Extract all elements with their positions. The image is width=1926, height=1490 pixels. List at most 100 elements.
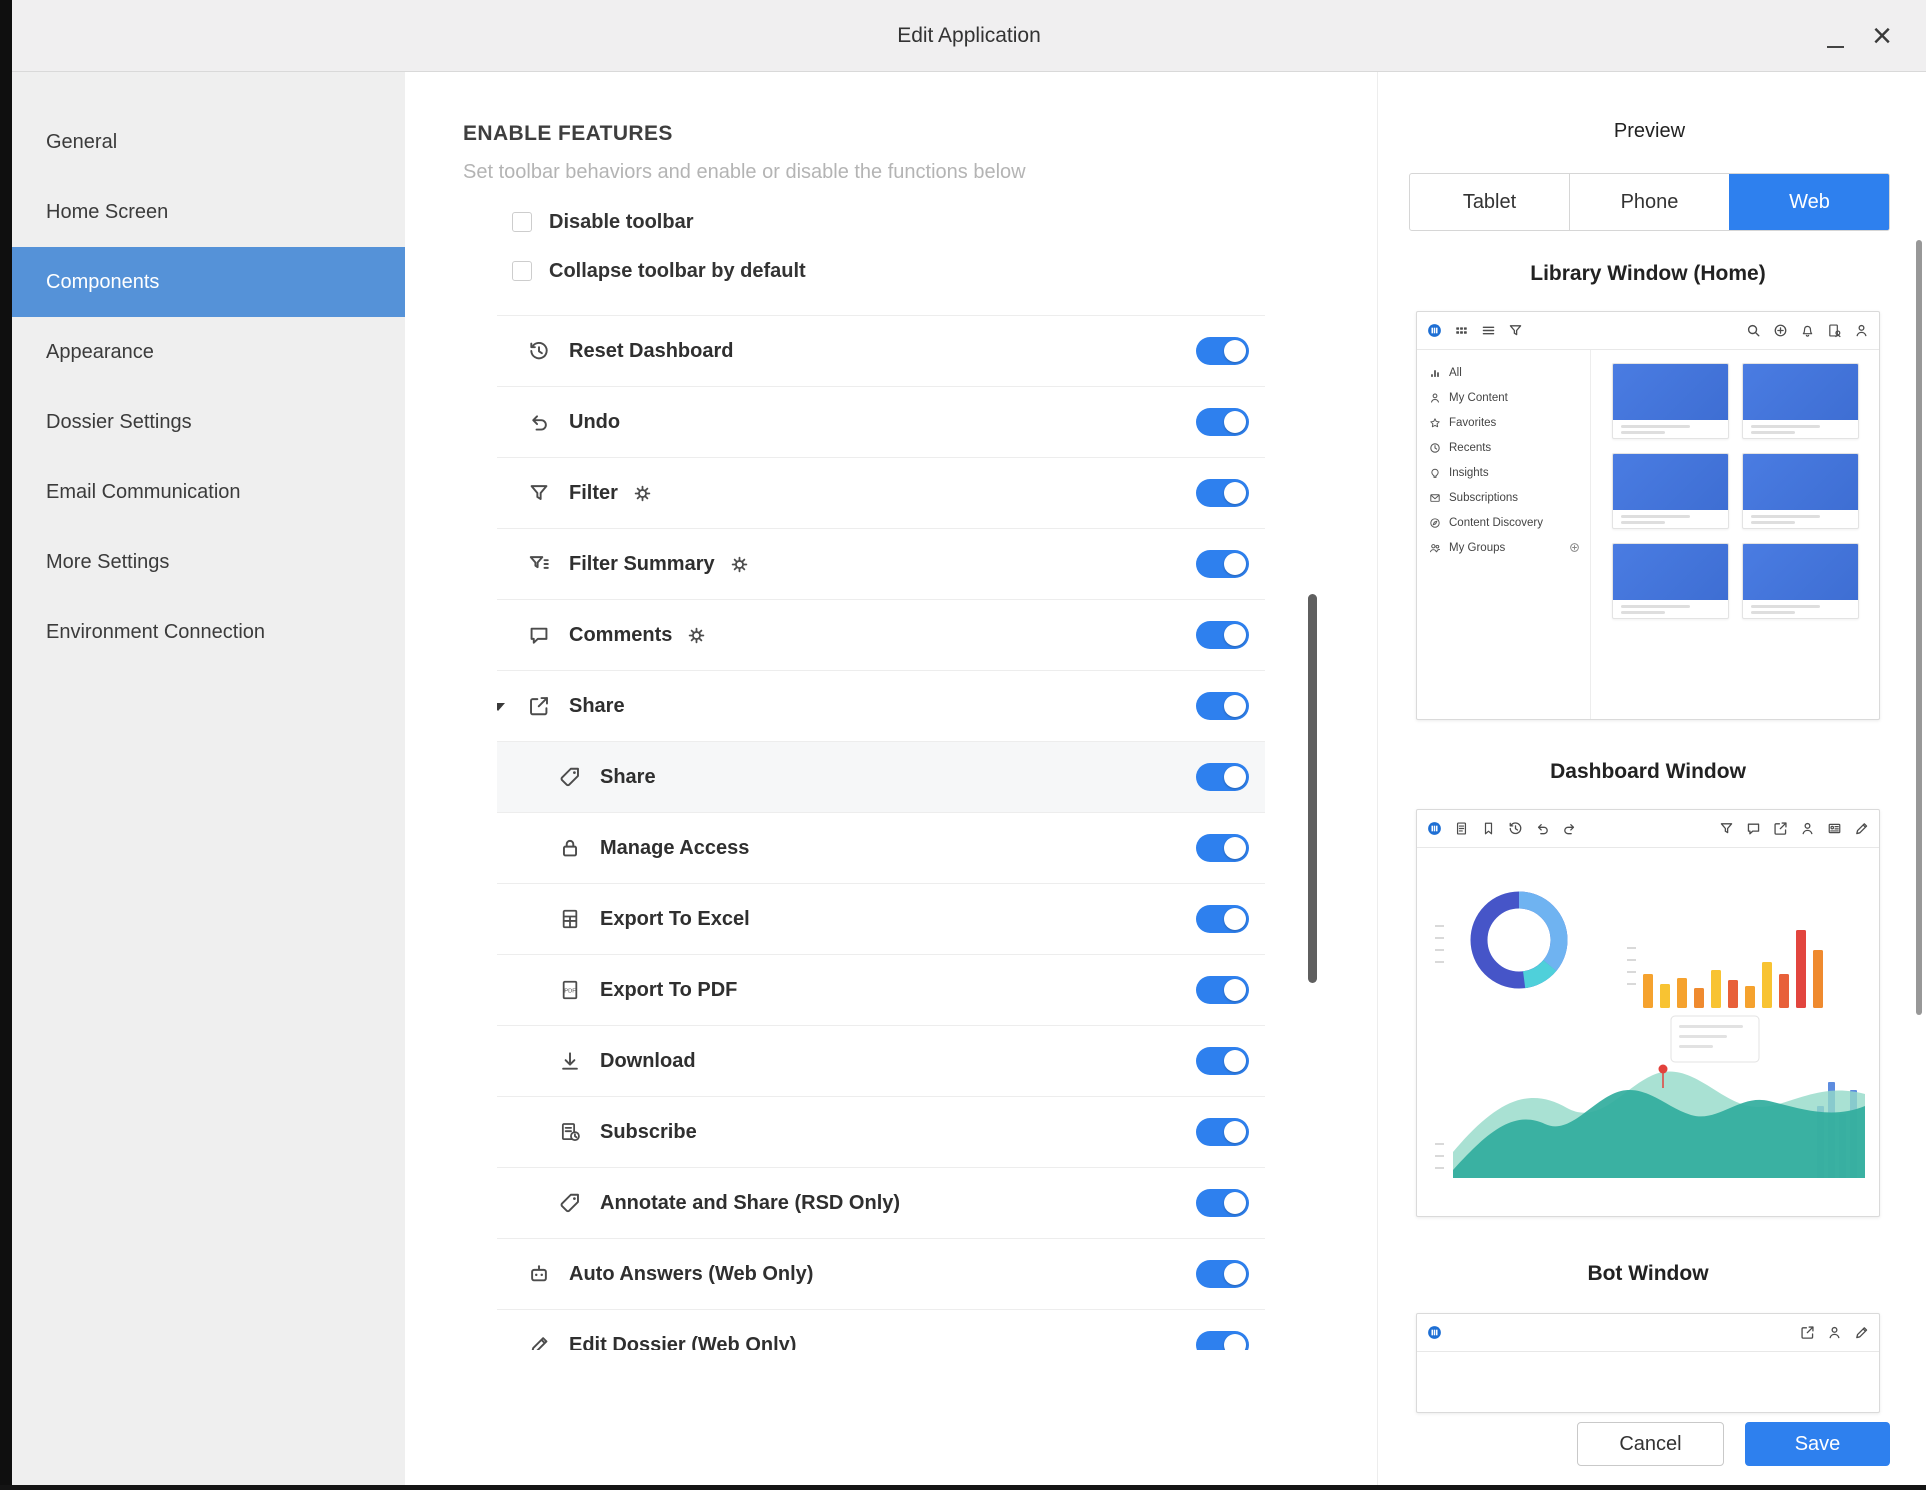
feature-toggle[interactable] <box>1196 1189 1249 1217</box>
clock-icon <box>1429 442 1441 454</box>
sidebar-item-general[interactable]: General <box>12 107 405 177</box>
feature-toggle[interactable] <box>1196 1260 1249 1288</box>
sidebar-item-home-screen[interactable]: Home Screen <box>12 177 405 247</box>
doc-icon <box>1454 821 1469 836</box>
library-nav-my-content: My Content <box>1417 385 1590 410</box>
preview-panel: Preview TabletPhoneWeb Library Window (H… <box>1377 72 1926 1485</box>
doc-person-icon <box>1827 323 1842 338</box>
window-scrollbar[interactable] <box>1916 240 1922 1015</box>
feature-row-subscribe: Subscribe <box>497 1097 1265 1168</box>
filter-icon <box>1508 323 1523 338</box>
feature-toggle[interactable] <box>1196 763 1249 791</box>
dashboard-window-heading: Dashboard Window <box>1416 760 1880 784</box>
library-nav-all: All <box>1417 360 1590 385</box>
library-nav-label: Favorites <box>1449 417 1496 429</box>
plus-circle-icon <box>1569 542 1580 553</box>
feature-toggle[interactable] <box>1196 834 1249 862</box>
feature-label: Export To Excel <box>600 908 750 931</box>
excel-icon <box>559 908 581 930</box>
library-window-heading: Library Window (Home) <box>1416 262 1880 286</box>
feature-toggle[interactable] <box>1196 1118 1249 1146</box>
minimize-icon[interactable] <box>1827 46 1844 48</box>
library-nav-label: Insights <box>1449 467 1489 479</box>
toolbar-icon-group <box>1427 821 1577 836</box>
feature-row-export-to-excel: Export To Excel <box>497 884 1265 955</box>
sidebar-item-dossier-settings[interactable]: Dossier Settings <box>12 387 405 457</box>
comment-icon <box>1746 821 1761 836</box>
checkbox-disable-toolbar[interactable] <box>512 212 532 232</box>
library-nav-my-groups: My Groups <box>1417 535 1590 560</box>
toolbar-icon-group <box>1427 1325 1442 1340</box>
chevron-down-icon[interactable] <box>497 703 505 711</box>
bulb-icon <box>1429 467 1441 479</box>
feature-row-manage-access: Manage Access <box>497 813 1265 884</box>
feature-toggle[interactable] <box>1196 479 1249 507</box>
feature-row-undo: Undo <box>497 387 1265 458</box>
titlebar: Edit Application × <box>12 0 1926 72</box>
toolbar-icon-group <box>1719 821 1869 836</box>
bot-preview-toolbar <box>1417 1314 1879 1352</box>
gear-icon[interactable] <box>687 626 706 645</box>
feature-list-scrollbar[interactable] <box>1308 594 1317 983</box>
feature-row-filter: Filter <box>497 458 1265 529</box>
history-icon <box>1508 821 1523 836</box>
feature-toggle[interactable] <box>1196 550 1249 578</box>
feature-row-download: Download <box>497 1026 1265 1097</box>
feature-toggle[interactable] <box>1196 905 1249 933</box>
logo-icon <box>1427 821 1442 836</box>
library-nav-label: My Content <box>1449 392 1508 404</box>
sidebar-item-environment-connection[interactable]: Environment Connection <box>12 597 405 667</box>
download-icon <box>559 1050 581 1072</box>
edit-icon <box>1854 821 1869 836</box>
checkbox-collapse-toolbar-by-default[interactable] <box>512 261 532 281</box>
tab-tablet[interactable]: Tablet <box>1410 174 1570 230</box>
robot-icon <box>528 1263 550 1285</box>
logo-icon <box>1427 323 1442 338</box>
feature-label: Filter <box>569 482 618 505</box>
feature-label: Export To PDF <box>600 979 737 1002</box>
gear-icon[interactable] <box>730 555 749 574</box>
mail-icon <box>1429 492 1441 504</box>
gear-icon[interactable] <box>633 484 652 503</box>
edit-icon <box>528 1334 550 1350</box>
feature-toggle[interactable] <box>1196 337 1249 365</box>
preview-device-tabs: TabletPhoneWeb <box>1409 173 1890 231</box>
feature-label: Annotate and Share (RSD Only) <box>600 1192 900 1215</box>
feature-toggle[interactable] <box>1196 408 1249 436</box>
library-nav-recents: Recents <box>1417 435 1590 460</box>
feature-toggle[interactable] <box>1196 1331 1249 1350</box>
save-button[interactable]: Save <box>1745 1422 1890 1466</box>
subscribe-icon <box>559 1121 581 1143</box>
lock-icon <box>559 837 581 859</box>
filter-icon <box>528 482 550 504</box>
library-preview-sidebar: AllMy ContentFavoritesRecentsInsightsSub… <box>1417 350 1591 719</box>
feature-label: Subscribe <box>600 1121 697 1144</box>
feature-row-share: Share <box>497 671 1265 742</box>
enable-features-heading: ENABLE FEATURES <box>463 122 673 146</box>
feature-toggle[interactable] <box>1196 976 1249 1004</box>
person-icon <box>1429 392 1441 404</box>
feature-row-reset-dashboard: Reset Dashboard <box>497 316 1265 387</box>
feature-toggle[interactable] <box>1196 692 1249 720</box>
sidebar-item-email-communication[interactable]: Email Communication <box>12 457 405 527</box>
sidebar-item-appearance[interactable]: Appearance <box>12 317 405 387</box>
window-bottom-edge <box>0 1485 1926 1490</box>
library-nav-label: Recents <box>1449 442 1491 454</box>
feature-toggle[interactable] <box>1196 621 1249 649</box>
close-icon[interactable]: × <box>1862 0 1902 72</box>
sidebar-item-components[interactable]: Components <box>12 247 405 317</box>
sidebar-item-more-settings[interactable]: More Settings <box>12 527 405 597</box>
tab-phone[interactable]: Phone <box>1570 174 1730 230</box>
checkbox-label: Collapse toolbar by default <box>549 260 806 283</box>
dashboard-preview-toolbar <box>1417 810 1879 848</box>
checkbox-row-collapse-toolbar: Collapse toolbar by default <box>512 257 806 285</box>
filter-icon <box>1719 821 1734 836</box>
feature-toggle[interactable] <box>1196 1047 1249 1075</box>
comment-icon <box>528 624 550 646</box>
tab-web[interactable]: Web <box>1730 174 1889 230</box>
cancel-button[interactable]: Cancel <box>1577 1422 1724 1466</box>
people-icon <box>1429 542 1441 554</box>
pdf-icon <box>559 979 581 1001</box>
checkbox-label: Disable toolbar <box>549 211 693 234</box>
forward-icon <box>1562 821 1577 836</box>
